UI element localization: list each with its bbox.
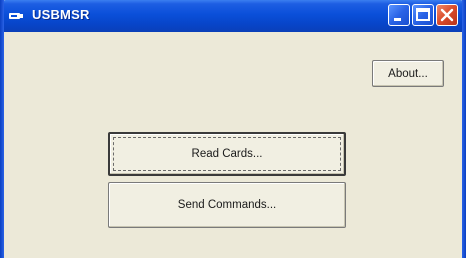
app-icon [9,13,23,19]
main-window: USBMSR About... Read Cards... Send Comma… [0,0,466,258]
close-button[interactable] [436,4,458,26]
window-title: USBMSR [32,7,90,22]
maximize-button[interactable] [412,4,434,26]
maximize-icon [416,8,430,21]
send-commands-button[interactable]: Send Commands... [108,182,346,228]
minimize-button[interactable] [388,4,410,26]
about-button-label: About... [388,67,428,80]
window-border-right [462,0,466,258]
read-cards-button[interactable]: Read Cards... [108,132,346,176]
close-icon [440,8,454,22]
about-button[interactable]: About... [372,60,444,87]
client-area: About... Read Cards... Send Commands... [4,32,462,258]
read-cards-button-label: Read Cards... [191,148,263,160]
title-bar[interactable]: USBMSR [0,0,466,32]
send-commands-button-label: Send Commands... [177,199,277,211]
minimize-icon [394,18,401,21]
